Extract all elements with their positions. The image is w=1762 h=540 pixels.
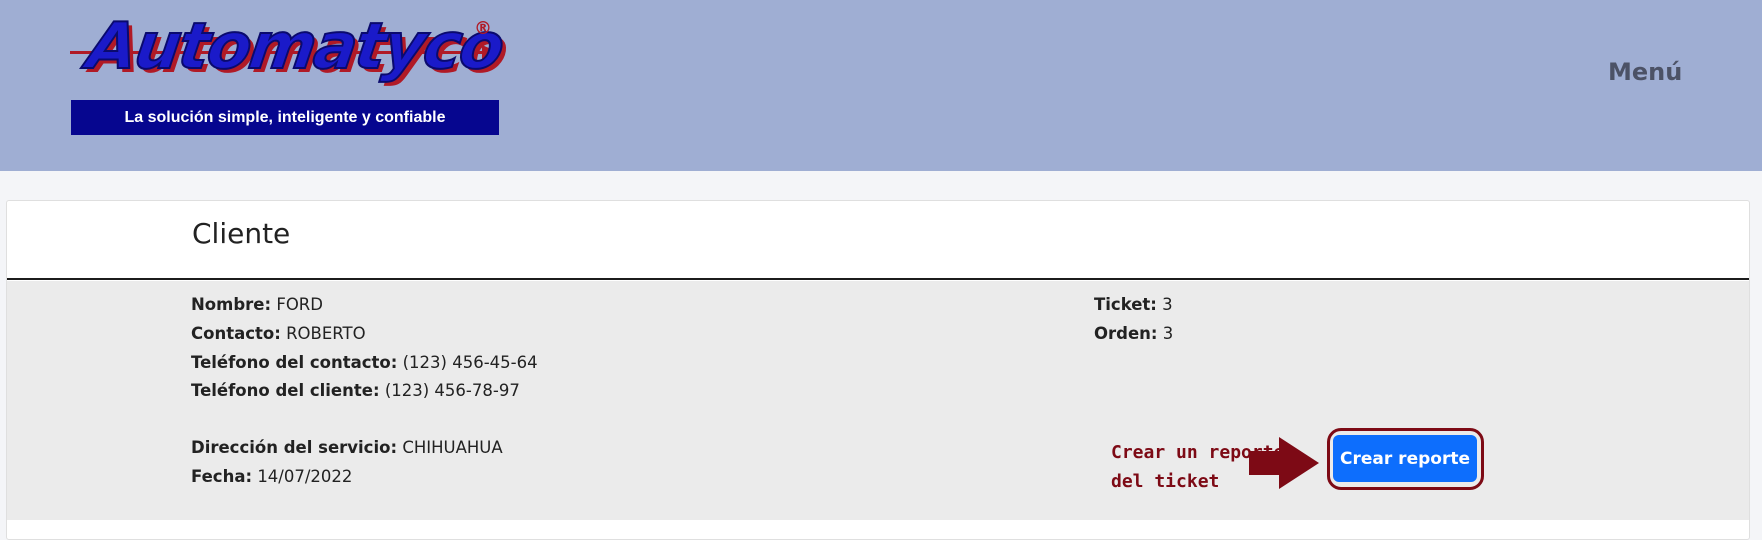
top-navbar: Automatyco ® La solución simple, intelig…: [0, 0, 1762, 171]
field-nombre-value: FORD: [276, 295, 323, 314]
field-telefono-cliente-label: Teléfono del cliente:: [191, 381, 380, 400]
field-contacto: Contacto: ROBERTO: [191, 324, 366, 343]
field-telefono-contacto-value: (123) 456-45-64: [402, 353, 538, 372]
field-ticket-label: Ticket:: [1094, 295, 1157, 314]
field-ticket-value: 3: [1162, 295, 1173, 314]
field-fecha-value: 14/07/2022: [257, 467, 353, 486]
field-nombre: Nombre: FORD: [191, 295, 323, 314]
card-title: Cliente: [192, 217, 291, 250]
card-header: Cliente: [7, 201, 1749, 280]
create-report-button[interactable]: Crear reporte: [1333, 435, 1477, 482]
field-contacto-value: ROBERTO: [286, 324, 366, 343]
logo-registered-mark: ®: [474, 18, 492, 39]
field-fecha-label: Fecha:: [191, 467, 253, 486]
field-fecha: Fecha: 14/07/2022: [191, 467, 352, 486]
field-telefono-contacto-label: Teléfono del contacto:: [191, 353, 398, 372]
field-telefono-cliente-value: (123) 456-78-97: [384, 381, 520, 400]
field-contacto-label: Contacto:: [191, 324, 281, 343]
field-orden-value: 3: [1162, 324, 1174, 343]
field-nombre-label: Nombre:: [191, 295, 272, 314]
field-orden: Orden: 3: [1094, 324, 1173, 343]
logo-tagline: La solución simple, inteligente y confia…: [71, 100, 499, 135]
annotation-arrow-icon: [1249, 437, 1319, 489]
field-orden-label: Orden:: [1094, 324, 1158, 343]
automatyco-logo[interactable]: Automatyco ® La solución simple, intelig…: [68, 9, 508, 136]
field-telefono-contacto: Teléfono del contacto: (123) 456-45-64: [191, 353, 538, 372]
field-direccion-label: Dirección del servicio:: [191, 438, 398, 457]
menu-button[interactable]: Menú: [1608, 58, 1682, 86]
logo-wordmark: Automatyco: [82, 9, 508, 85]
field-telefono-cliente: Teléfono del cliente: (123) 456-78-97: [191, 381, 520, 400]
field-direccion: Dirección del servicio: CHIHUAHUA: [191, 438, 503, 457]
field-direccion-value: CHIHUAHUA: [402, 438, 503, 457]
field-ticket: Ticket: 3: [1094, 295, 1173, 314]
